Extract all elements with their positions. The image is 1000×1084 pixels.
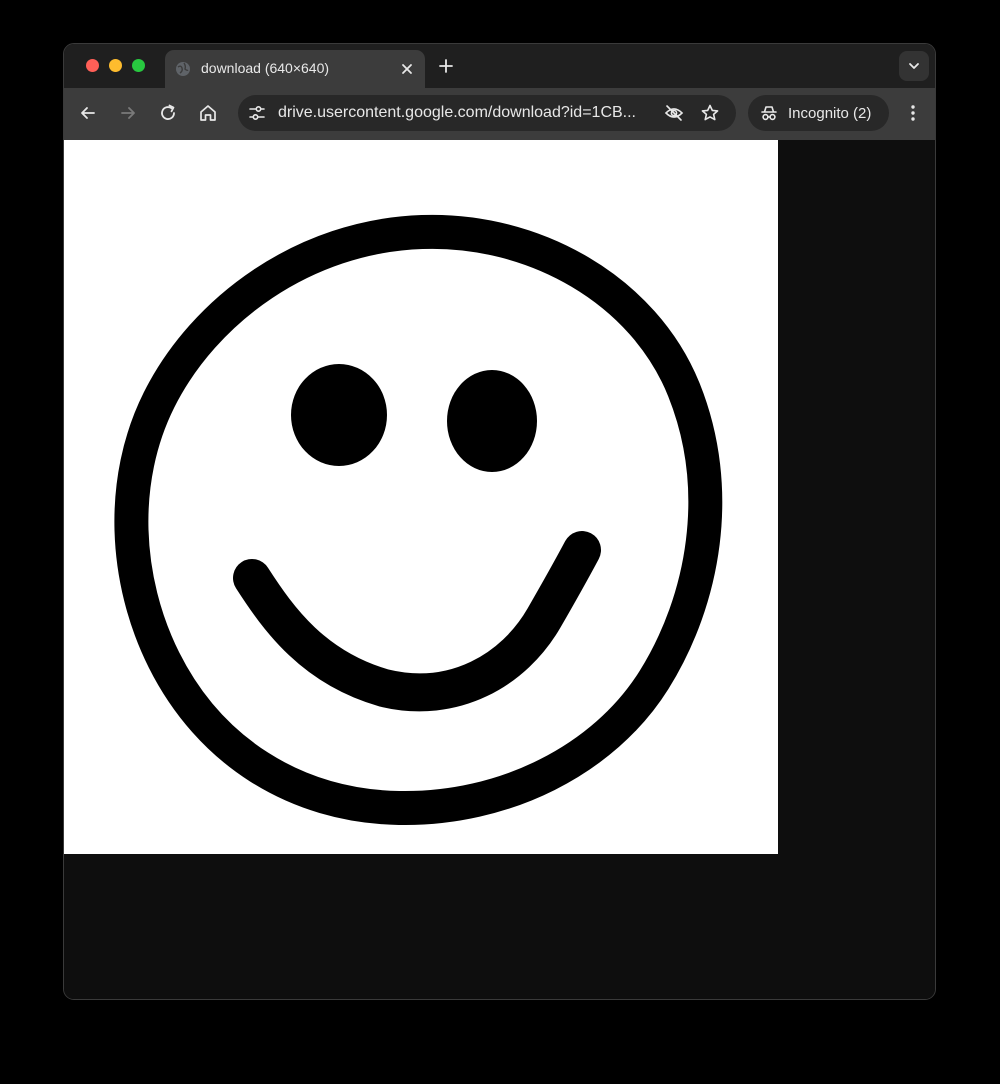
arrow-right-icon[interactable] — [117, 102, 139, 124]
tab-download[interactable]: download (640×640) — [165, 50, 425, 88]
star-icon[interactable] — [700, 103, 720, 123]
url-text[interactable]: drive.usercontent.google.com/download?id… — [278, 104, 636, 122]
incognito-label: Incognito (2) — [788, 105, 872, 122]
tab-strip: download (640×640) — [64, 44, 935, 88]
eye-off-icon[interactable] — [664, 103, 684, 123]
incognito-icon — [761, 106, 777, 121]
incognito-button[interactable]: Incognito (2) — [748, 95, 889, 131]
window-maximize-button[interactable] — [132, 59, 145, 72]
arrow-left-icon[interactable] — [77, 102, 99, 124]
tab-search-button[interactable] — [899, 51, 929, 81]
close-icon[interactable] — [397, 59, 417, 79]
reload-icon[interactable] — [157, 102, 179, 124]
chevron-down-icon — [909, 63, 919, 69]
tab-title: download (640×640) — [201, 60, 330, 76]
window-minimize-button[interactable] — [109, 59, 122, 72]
tune-icon[interactable] — [248, 104, 266, 122]
smiley-face-icon — [114, 214, 723, 826]
window-close-button[interactable] — [86, 59, 99, 72]
new-tab-button[interactable] — [436, 56, 456, 76]
address-bar[interactable]: drive.usercontent.google.com/download?id… — [238, 95, 736, 131]
image-viewer — [64, 140, 778, 854]
page-content — [64, 140, 935, 999]
browser-window: download (640×640) drive.usercontent.goo… — [63, 43, 936, 1000]
home-icon[interactable] — [197, 102, 219, 124]
toolbar: drive.usercontent.google.com/download?id… — [64, 88, 935, 140]
more-vert-icon[interactable] — [902, 102, 924, 124]
globe-icon — [176, 62, 190, 76]
